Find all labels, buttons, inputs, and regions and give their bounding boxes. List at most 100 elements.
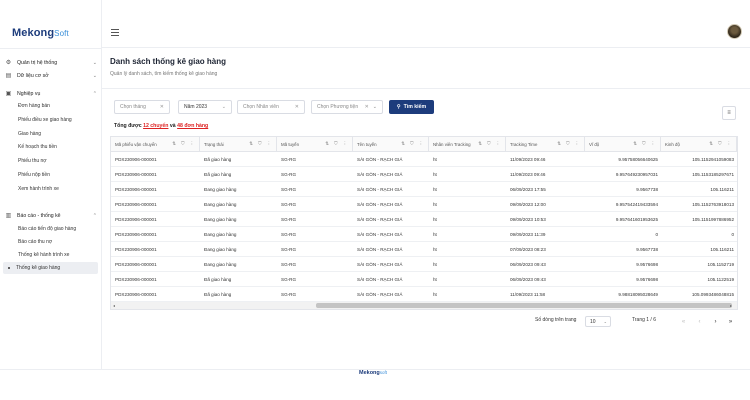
table-cell: Đã giao hàng <box>200 167 277 182</box>
first-page-button[interactable]: « <box>678 316 689 327</box>
sidebar-item[interactable]: Báo cáo thu nợ <box>18 236 98 248</box>
table-cell: SG-RG <box>277 197 353 212</box>
sort-filter-icon[interactable]: ⇅ ⛉ ⋮ <box>401 141 425 147</box>
sort-filter-icon[interactable]: ⇅ ⛉ ⋮ <box>249 141 273 147</box>
chevron-down-icon: ⌄ <box>603 319 607 324</box>
sidebar-group-3[interactable]: ▥ Báo cáo - thống kê ⌃ <box>5 209 97 222</box>
table-cell: 07/09/2023 08:23 <box>506 242 585 257</box>
table-cell: ht <box>429 152 506 167</box>
prev-page-button[interactable]: ‹ <box>694 316 705 327</box>
table-cell: 105.116211 <box>661 182 737 197</box>
avatar[interactable] <box>727 24 742 39</box>
clear-icon[interactable]: ✕ <box>365 104 369 110</box>
chart-icon: ▥ <box>5 213 12 219</box>
table-cell: SG-RG <box>277 152 353 167</box>
brand-logo[interactable]: MekongSoft <box>12 27 69 39</box>
column-header[interactable]: Mã tuyến ⇅ ⛉ ⋮ <box>277 137 353 152</box>
column-header-label: Vĩ độ <box>589 141 600 147</box>
table-cell: 09/09/2023 11:39 <box>506 227 585 242</box>
sidebar-item[interactable]: Xem hành trình xe <box>18 183 98 195</box>
brand-logo-sub: Soft <box>54 29 69 38</box>
chevron-down-icon: ⌄ <box>92 72 97 79</box>
table-cell: 105.1122519 <box>661 272 737 287</box>
active-dot-icon <box>8 266 10 269</box>
rows-per-page-select[interactable]: 10 ⌄ <box>585 316 611 327</box>
clear-icon[interactable]: ✕ <box>160 104 164 110</box>
table-cell: SÀI GÒN - RẠCH GIÁ <box>353 197 429 212</box>
sidebar-item[interactable]: Đơn hàng bán <box>18 100 98 112</box>
sidebar-item[interactable]: Kế hoạch thu tiền <box>18 141 98 153</box>
column-header[interactable]: Trạng thái ⇅ ⛉ ⋮ <box>200 137 277 152</box>
table-cell: SÀI GÒN - RẠCH GIÁ <box>353 242 429 257</box>
sidebar-item[interactable]: Thống kê giao hàng <box>3 261 98 274</box>
sidebar-item[interactable]: Phiếu thu nợ <box>18 155 98 167</box>
sort-filter-icon[interactable]: ⇅ ⛉ ⋮ <box>557 141 581 147</box>
last-page-button[interactable]: » <box>725 316 736 327</box>
table-cell: Đang giao hàng <box>200 212 277 227</box>
sidebar-group-label: Dữ liệu cơ sở <box>17 72 49 79</box>
gear-icon: ⚙ <box>5 60 12 66</box>
table-cell: 9.957542419433594 <box>585 197 661 212</box>
sidebar-item[interactable]: Giao hàng <box>18 128 98 140</box>
scrollbar-thumb[interactable] <box>316 303 732 308</box>
sort-filter-icon[interactable]: ⇅ ⛉ ⋮ <box>172 141 196 147</box>
summary-orders[interactable]: 48 đơn hàng <box>177 123 208 129</box>
table-cell: Đang giao hàng <box>200 197 277 212</box>
table-cell: 09/09/2023 10:53 <box>506 212 585 227</box>
summary-trips[interactable]: 12 chuyến <box>143 123 168 129</box>
content-divider <box>102 88 750 89</box>
table-cell: ht <box>429 287 506 302</box>
table-cell: 105.1152763918013 <box>661 197 737 212</box>
sidebar-group-1[interactable]: ▤ Dữ liệu cơ sở ⌄ <box>5 69 97 82</box>
sidebar-item[interactable]: Phiếu điều xe giao hàng <box>18 114 98 126</box>
sliders-icon: ≡ <box>727 110 731 116</box>
scroll-right-icon[interactable]: ▸ <box>730 302 732 309</box>
vehicle-select[interactable]: Chọn Phương tiện ✕ ⌄ <box>311 100 383 114</box>
sort-filter-icon[interactable]: ⇅ ⛉ ⋮ <box>633 141 657 147</box>
footer-logo-sub: soft <box>379 370 388 375</box>
sidebar-group-0[interactable]: ⚙ Quản trị hệ thống ⌄ <box>5 56 97 69</box>
briefcase-icon: ▣ <box>5 91 12 97</box>
column-header[interactable]: Vĩ độ ⇅ ⛉ ⋮ <box>585 137 661 152</box>
table-cell: 11/09/2023 11:58 <box>506 287 585 302</box>
employee-select[interactable]: Chọn Nhân viên ✕ <box>237 100 305 114</box>
search-button[interactable]: ⚲ Tìm kiếm <box>389 100 434 114</box>
column-header[interactable]: Tracking Time ⇅ ⛉ ⋮ <box>506 137 585 152</box>
chevron-down-icon[interactable]: ⌄ <box>222 104 226 110</box>
table-cell: PDX230906-000001 <box>111 272 200 287</box>
table-cell: 06/09/2023 09:43 <box>506 257 585 272</box>
clear-icon[interactable]: ✕ <box>295 104 299 110</box>
table-cell: Đã giao hàng <box>200 287 277 302</box>
sort-filter-icon[interactable]: ⇅ ⛉ ⋮ <box>478 141 502 147</box>
table-cell: SÀI GÒN - RẠCH GIÁ <box>353 152 429 167</box>
page-indicator: Trang 1 / 6 <box>632 317 656 323</box>
year-select[interactable]: Năm 2023 ⌄ <box>178 100 232 114</box>
table-cell: 105.1153185297671 <box>661 167 737 182</box>
column-header[interactable]: Mã phiếu vận chuyển ⇅ ⛉ ⋮ <box>111 137 200 152</box>
data-table: Mã phiếu vận chuyển ⇅ ⛉ ⋮ Trạng thái ⇅ ⛉ ⋮ M… <box>110 136 738 310</box>
table-cell: ht <box>429 167 506 182</box>
sidebar-item[interactable]: Phiếu nộp tiền <box>18 169 98 181</box>
column-header[interactable]: Nhân viên Tracking ⇅ ⛉ ⋮ <box>429 137 506 152</box>
menu-toggle-icon[interactable] <box>111 29 119 36</box>
sidebar-item[interactable]: Thống kê hành trình xe <box>18 249 98 261</box>
next-page-button[interactable]: › <box>710 316 721 327</box>
horizontal-scrollbar[interactable]: ◂ ▸ <box>111 302 737 309</box>
column-header[interactable]: Tên tuyến ⇅ ⛉ ⋮ <box>353 137 429 152</box>
sort-filter-icon[interactable]: ⇅ ⛉ ⋮ <box>709 141 733 147</box>
column-settings-button[interactable]: ≡ <box>722 106 736 120</box>
sidebar-group-2[interactable]: ▣ Nghiệp vụ ⌃ <box>5 87 97 100</box>
table-cell: ht <box>429 227 506 242</box>
summary-prefix: Tổng được <box>114 123 142 129</box>
column-header[interactable]: Kinh độ ⇅ ⛉ ⋮ <box>661 137 737 152</box>
month-select[interactable]: Chọn tháng ✕ <box>114 100 170 114</box>
chevron-down-icon[interactable]: ⌄ <box>373 104 377 110</box>
sidebar-item-label: Thống kê giao hàng <box>16 264 61 271</box>
scroll-left-icon[interactable]: ◂ <box>113 302 115 309</box>
table-cell: 105.1152941059083 <box>661 152 737 167</box>
table-cell: PDX230906-000001 <box>111 182 200 197</box>
sidebar-item[interactable]: Báo cáo tiến độ giao hàng <box>18 223 98 235</box>
sort-filter-icon[interactable]: ⇅ ⛉ ⋮ <box>325 141 349 147</box>
table-cell: PDX230906-000001 <box>111 242 200 257</box>
table-cell: Đã giao hàng <box>200 272 277 287</box>
